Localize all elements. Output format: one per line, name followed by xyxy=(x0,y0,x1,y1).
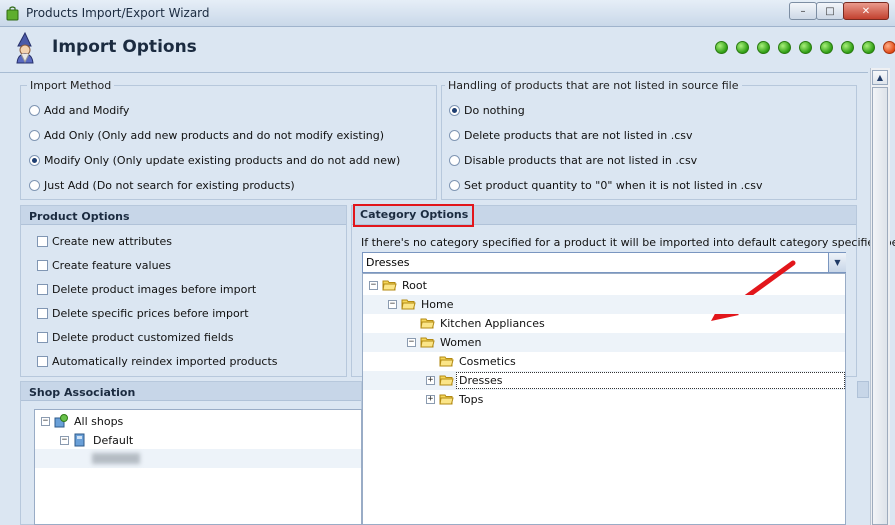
product-option-checkbox-4[interactable] xyxy=(37,332,48,343)
progress-dot xyxy=(778,41,791,54)
shop-node-default[interactable]: Default xyxy=(93,434,133,447)
import-method-label-0: Add and Modify xyxy=(44,104,130,117)
header-divider xyxy=(0,72,868,73)
unlisted-radio-1[interactable] xyxy=(449,130,460,141)
collapse-icon[interactable]: − xyxy=(388,300,397,309)
unlisted-label-2: Disable products that are not listed in … xyxy=(464,154,698,167)
category-options-title: Category Options xyxy=(353,204,475,227)
category-node-root[interactable]: Root xyxy=(402,279,427,292)
collapse-icon[interactable]: − xyxy=(407,338,416,347)
unlisted-label-0: Do nothing xyxy=(464,104,525,117)
folder-icon xyxy=(420,318,435,329)
unlisted-label-1: Delete products that are not listed in .… xyxy=(464,129,693,142)
category-node-home[interactable]: Home xyxy=(421,298,453,311)
expand-icon[interactable]: + xyxy=(426,395,435,404)
scroll-thumb[interactable] xyxy=(872,87,888,525)
folder-icon xyxy=(420,337,435,348)
import-method-radio-0[interactable] xyxy=(29,105,40,116)
minimize-button[interactable]: – xyxy=(789,2,817,20)
category-node-dresses[interactable]: Dresses xyxy=(459,374,502,387)
wizard-icon xyxy=(16,32,34,64)
chevron-down-icon[interactable]: ▼ xyxy=(828,253,846,272)
folder-icon xyxy=(439,394,454,405)
progress-dot xyxy=(820,41,833,54)
product-option-label-4: Delete product customized fields xyxy=(52,331,234,344)
category-node-cosmetics[interactable]: Cosmetics xyxy=(459,355,516,368)
collapse-icon[interactable]: − xyxy=(369,281,378,290)
close-button[interactable]: ✕ xyxy=(843,2,889,20)
product-option-checkbox-3[interactable] xyxy=(37,308,48,319)
shop-row-stripe xyxy=(35,449,361,468)
import-method-legend: Import Method xyxy=(27,79,115,92)
redacted-shop-name xyxy=(92,453,140,464)
maximize-button[interactable]: □ xyxy=(816,2,844,20)
import-method-radio-3[interactable] xyxy=(29,180,40,191)
product-option-label-2: Delete product images before import xyxy=(52,283,257,296)
right-section-header xyxy=(857,381,869,398)
progress-dot xyxy=(715,41,728,54)
title-bar: Products Import/Export Wizard – □ ✕ xyxy=(0,0,895,27)
progress-dot xyxy=(841,41,854,54)
import-method-radio-1[interactable] xyxy=(29,130,40,141)
product-option-checkbox-2[interactable] xyxy=(37,284,48,295)
progress-dot xyxy=(757,41,770,54)
window-title: Products Import/Export Wizard xyxy=(26,6,210,20)
progress-dot xyxy=(862,41,875,54)
shop-icon xyxy=(74,433,85,447)
collapse-icon[interactable]: − xyxy=(41,417,50,426)
tree-row-stripe xyxy=(363,333,845,352)
shop-association-title: Shop Association xyxy=(21,382,361,401)
unlisted-handling-legend: Handling of products that are not listed… xyxy=(445,79,742,92)
selected-node-highlight xyxy=(456,372,845,389)
category-node-tops[interactable]: Tops xyxy=(459,393,483,406)
category-node-kitchen-appliances[interactable]: Kitchen Appliances xyxy=(440,317,545,330)
folder-icon xyxy=(401,299,416,310)
category-node-women[interactable]: Women xyxy=(440,336,481,349)
progress-dot xyxy=(799,41,812,54)
shop-node-all-shops[interactable]: All shops xyxy=(74,415,123,428)
category-description: If there's no category specified for a p… xyxy=(361,236,895,249)
folder-icon xyxy=(439,375,454,386)
product-option-label-0: Create new attributes xyxy=(52,235,172,248)
red-arrow-icon xyxy=(711,260,796,321)
unlisted-label-3: Set product quantity to "0" when it is n… xyxy=(464,179,763,192)
expand-icon[interactable]: + xyxy=(426,376,435,385)
import-method-label-3: Just Add (Do not search for existing pro… xyxy=(44,179,295,192)
app-icon xyxy=(6,6,19,21)
folder-icon xyxy=(382,280,397,291)
product-option-label-5: Automatically reindex imported products xyxy=(52,355,278,368)
import-method-radio-2[interactable] xyxy=(29,155,40,166)
product-option-checkbox-5[interactable] xyxy=(37,356,48,367)
product-option-label-1: Create feature values xyxy=(52,259,172,272)
unlisted-radio-0[interactable] xyxy=(449,105,460,116)
progress-dot xyxy=(736,41,749,54)
unlisted-radio-3[interactable] xyxy=(449,180,460,191)
product-options-title: Product Options xyxy=(21,206,346,225)
collapse-icon[interactable]: − xyxy=(60,436,69,445)
product-option-checkbox-0[interactable] xyxy=(37,236,48,247)
shops-icon xyxy=(54,414,68,428)
page-title: Import Options xyxy=(52,37,197,57)
product-option-checkbox-1[interactable] xyxy=(37,260,48,271)
folder-icon xyxy=(439,356,454,367)
dropdown-value: Dresses xyxy=(366,256,410,269)
progress-current-dot xyxy=(883,41,895,54)
product-option-label-3: Delete specific prices before import xyxy=(52,307,249,320)
scroll-up-icon[interactable]: ▲ xyxy=(872,70,888,85)
unlisted-radio-2[interactable] xyxy=(449,155,460,166)
import-method-label-1: Add Only (Only add new products and do n… xyxy=(44,129,385,142)
import-method-label-2: Modify Only (Only update existing produc… xyxy=(44,154,401,167)
